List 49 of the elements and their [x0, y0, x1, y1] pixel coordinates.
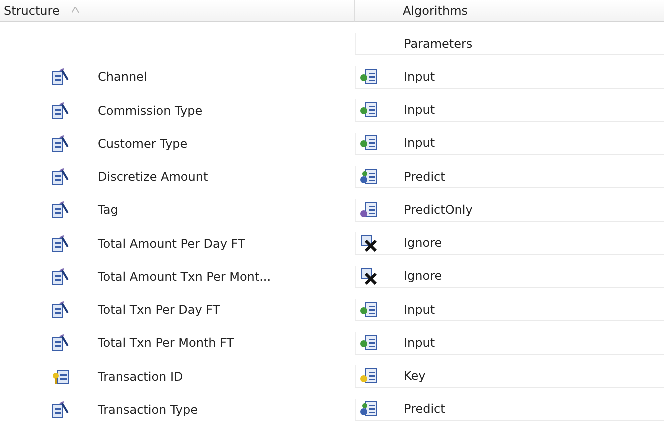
algorithm-usage[interactable]: Ignore: [404, 269, 442, 284]
column-icon: [52, 201, 70, 220]
algorithm-usage[interactable]: PredictOnly: [404, 202, 473, 217]
column-header-label: Structure: [4, 4, 60, 18]
predict-icon: [360, 200, 378, 219]
column-icon: [52, 268, 70, 286]
input-icon: [360, 68, 378, 86]
column-header[interactable]: Structure: [0, 0, 355, 22]
sub-header-label: Parameters: [404, 36, 473, 51]
structure-item[interactable]: Total Txn Per Month FT: [98, 336, 234, 350]
column-icon: [52, 400, 70, 419]
algorithm-usage[interactable]: Input: [404, 136, 436, 150]
column-icon: [52, 301, 70, 320]
structure-item[interactable]: Transaction ID: [98, 370, 184, 384]
column-icon: [52, 134, 70, 153]
algorithm-usage[interactable]: Key: [404, 369, 426, 384]
ignore-icon: [360, 234, 378, 252]
structure-item[interactable]: Total Txn Per Day FT: [98, 303, 220, 318]
algorithm-usage[interactable]: Input: [404, 103, 436, 118]
structure-item[interactable]: Commission Type: [98, 104, 203, 118]
predict-icon: [360, 168, 378, 186]
column-icon: [52, 102, 70, 120]
structure-item[interactable]: Transaction Type: [98, 402, 198, 417]
structure-item[interactable]: Customer Type: [98, 136, 188, 151]
algorithm-usage[interactable]: Predict: [404, 402, 446, 416]
input-icon: [360, 334, 378, 352]
input-icon: [360, 101, 378, 120]
algorithm-usage[interactable]: Input: [404, 302, 436, 317]
column-icon: [52, 168, 70, 186]
structure-item[interactable]: Total Amount Txn Per Mont...: [98, 270, 272, 284]
algorithm-usage[interactable]: Input: [404, 336, 436, 350]
algorithm-usage[interactable]: Input: [404, 70, 436, 84]
structure-item[interactable]: Channel: [98, 70, 148, 84]
sort-icon: [72, 7, 79, 14]
column-icon: [52, 334, 70, 352]
structure-item[interactable]: Discretize Amount: [98, 170, 208, 184]
predict-icon: [360, 400, 378, 418]
input-icon: [360, 300, 378, 319]
key-usage-icon: [360, 367, 378, 386]
column-header-label: Algorithms: [403, 4, 468, 18]
ignore-icon: [360, 267, 378, 286]
key-column-icon: [52, 368, 70, 386]
column-icon: [52, 234, 70, 253]
input-icon: [360, 134, 378, 152]
algorithm-usage[interactable]: Ignore: [404, 236, 442, 250]
column-icon: [52, 68, 70, 86]
structure-item[interactable]: Total Amount Per Day FT: [98, 236, 246, 251]
algorithm-usage[interactable]: Predict: [404, 170, 446, 184]
structure-item[interactable]: Tag: [98, 203, 118, 218]
